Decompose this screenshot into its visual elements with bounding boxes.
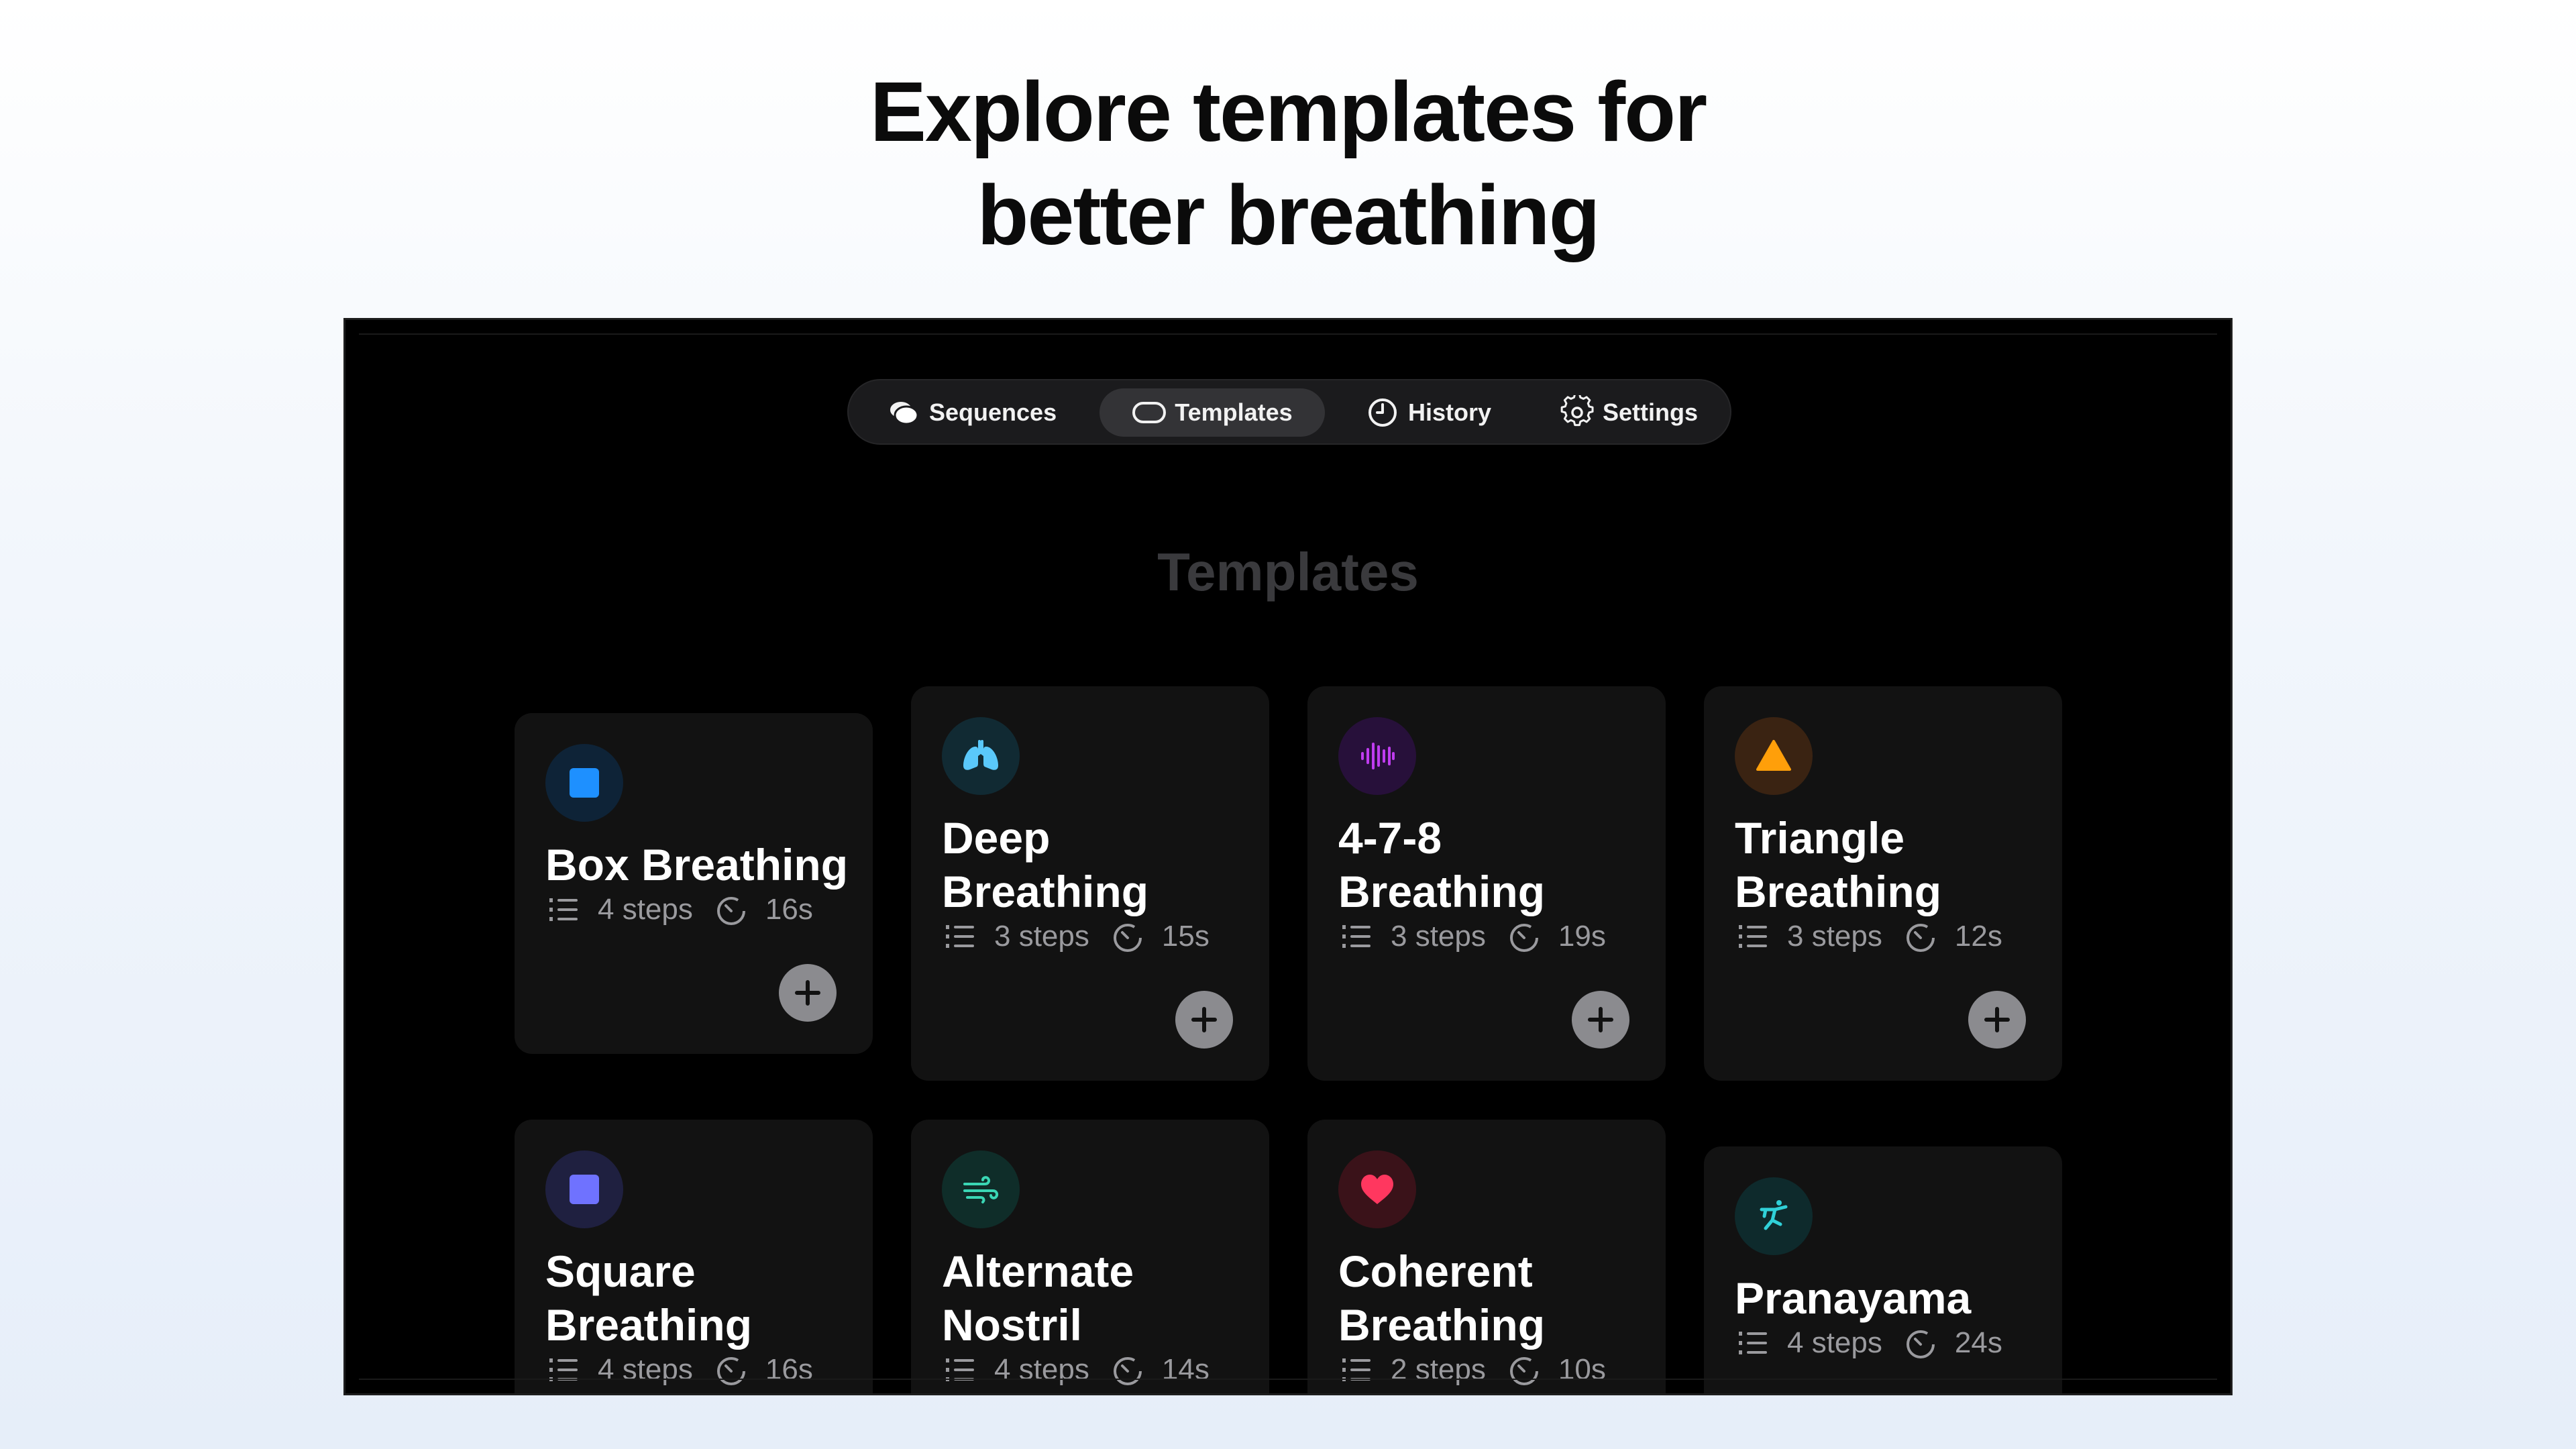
- add-template-button[interactable]: [1175, 991, 1233, 1049]
- list-icon: [1338, 918, 1375, 955]
- template-title: Alternate Nostril: [942, 1246, 1134, 1350]
- template-card-box-breathing[interactable]: Box Breathing 4 steps 16s: [515, 713, 873, 1054]
- template-title: Triangle Breathing: [1735, 813, 1942, 916]
- template-duration: 16s: [765, 893, 813, 926]
- list-icon: [942, 1352, 978, 1388]
- template-card-4-7-8-breathing[interactable]: 4-7-8 Breathing 3 steps 19s: [1307, 686, 1666, 1081]
- template-steps: 3 steps: [994, 920, 1089, 953]
- template-title: Square Breathing: [545, 1246, 753, 1350]
- template-steps: 2 steps: [1391, 1353, 1486, 1386]
- list-icon: [1735, 1325, 1771, 1361]
- list-icon: [942, 918, 978, 955]
- tab-templates[interactable]: Templates: [1099, 388, 1325, 437]
- template-steps: 4 steps: [994, 1353, 1089, 1386]
- template-steps: 4 steps: [598, 893, 693, 926]
- template-card-triangle-breathing[interactable]: Triangle Breathing 3 steps 12s: [1704, 686, 2062, 1081]
- template-title: Box Breathing: [545, 840, 849, 890]
- list-icon: [545, 892, 582, 928]
- lungs-icon: [942, 717, 1020, 795]
- bubbles-icon: [886, 395, 921, 430]
- template-title: Pranayama: [1735, 1273, 1972, 1323]
- tab-history[interactable]: History: [1365, 388, 1491, 437]
- template-meta: 3 steps 19s: [1338, 918, 1606, 955]
- tab-settings[interactable]: Settings: [1560, 388, 1698, 437]
- gear-icon: [1560, 395, 1595, 430]
- clock-icon: [1365, 395, 1400, 430]
- template-duration: 24s: [1954, 1326, 2002, 1359]
- timer-icon: [1506, 1352, 1542, 1388]
- plus-icon: [1191, 1007, 1217, 1032]
- timer-icon: [713, 892, 749, 928]
- window-bottom-divider: [359, 1379, 2217, 1380]
- template-card-square-breathing[interactable]: Square Breathing 4 steps 16s: [515, 1120, 873, 1393]
- timer-icon: [1110, 1352, 1146, 1388]
- template-meta: 2 steps 10s: [1338, 1352, 1606, 1388]
- template-card-pranayama[interactable]: Pranayama 4 steps 24s: [1704, 1146, 2062, 1393]
- plus-icon: [1984, 1007, 2010, 1032]
- window-top-divider: [359, 333, 2217, 335]
- list-icon: [1338, 1352, 1375, 1388]
- tab-settings-label: Settings: [1603, 398, 1699, 426]
- square-icon: [545, 1150, 623, 1228]
- headline-line-2: better breathing: [977, 168, 1600, 262]
- tab-history-label: History: [1408, 398, 1492, 426]
- headline-line-1: Explore templates for: [869, 64, 1707, 159]
- template-duration: 12s: [1954, 920, 2002, 953]
- template-title: Coherent Breathing: [1338, 1246, 1546, 1350]
- template-meta: 4 steps 16s: [545, 892, 813, 928]
- template-card-deep-breathing[interactable]: Deep Breathing 3 steps 15s: [911, 686, 1269, 1081]
- heart-icon: [1338, 1150, 1416, 1228]
- timer-icon: [1506, 918, 1542, 955]
- template-title: Deep Breathing: [942, 813, 1149, 916]
- add-template-button[interactable]: [1968, 991, 2026, 1049]
- timer-icon: [1110, 918, 1146, 955]
- plus-icon: [795, 980, 820, 1006]
- template-meta: 4 steps 24s: [1735, 1325, 2002, 1361]
- template-steps: 4 steps: [598, 1353, 693, 1386]
- waveform-icon: [1338, 717, 1416, 795]
- timer-icon: [713, 1352, 749, 1388]
- template-meta: 4 steps 14s: [942, 1352, 1210, 1388]
- tab-bar: Sequences Templates History Settings: [847, 379, 1731, 445]
- yoga-icon: [1735, 1177, 1813, 1255]
- list-icon: [545, 1352, 582, 1388]
- template-duration: 16s: [765, 1353, 813, 1386]
- template-card-alternate-nostril[interactable]: Alternate Nostril 4 steps 14s: [911, 1120, 1269, 1393]
- timer-icon: [1902, 1325, 1939, 1361]
- capsule-icon: [1132, 395, 1167, 430]
- tab-sequences[interactable]: Sequences: [886, 388, 1063, 437]
- wind-icon: [942, 1150, 1020, 1228]
- tab-sequences-label: Sequences: [929, 398, 1057, 426]
- template-steps: 3 steps: [1787, 920, 1882, 953]
- triangle-icon: [1735, 717, 1813, 795]
- headline: Explore templates for better breathing: [0, 60, 2576, 267]
- template-duration: 19s: [1558, 920, 1606, 953]
- template-duration: 10s: [1558, 1353, 1606, 1386]
- timer-icon: [1902, 918, 1939, 955]
- template-steps: 4 steps: [1787, 1326, 1882, 1359]
- plus-icon: [1588, 1007, 1613, 1032]
- list-icon: [1735, 918, 1771, 955]
- template-steps: 3 steps: [1391, 920, 1486, 953]
- template-card-coherent-breathing[interactable]: Coherent Breathing 2 steps 10s: [1307, 1120, 1666, 1393]
- tab-templates-label: Templates: [1175, 398, 1293, 426]
- template-title: 4-7-8 Breathing: [1338, 813, 1546, 916]
- template-duration: 14s: [1161, 1353, 1210, 1386]
- add-template-button[interactable]: [1572, 991, 1629, 1049]
- square-icon: [545, 744, 623, 822]
- template-meta: 4 steps 16s: [545, 1352, 813, 1388]
- template-meta: 3 steps 15s: [942, 918, 1210, 955]
- template-meta: 3 steps 12s: [1735, 918, 2002, 955]
- template-duration: 15s: [1161, 920, 1210, 953]
- app-window: Sequences Templates History Settings Tem…: [343, 318, 2233, 1395]
- section-title: Templates: [1157, 542, 1419, 602]
- add-template-button[interactable]: [779, 964, 837, 1022]
